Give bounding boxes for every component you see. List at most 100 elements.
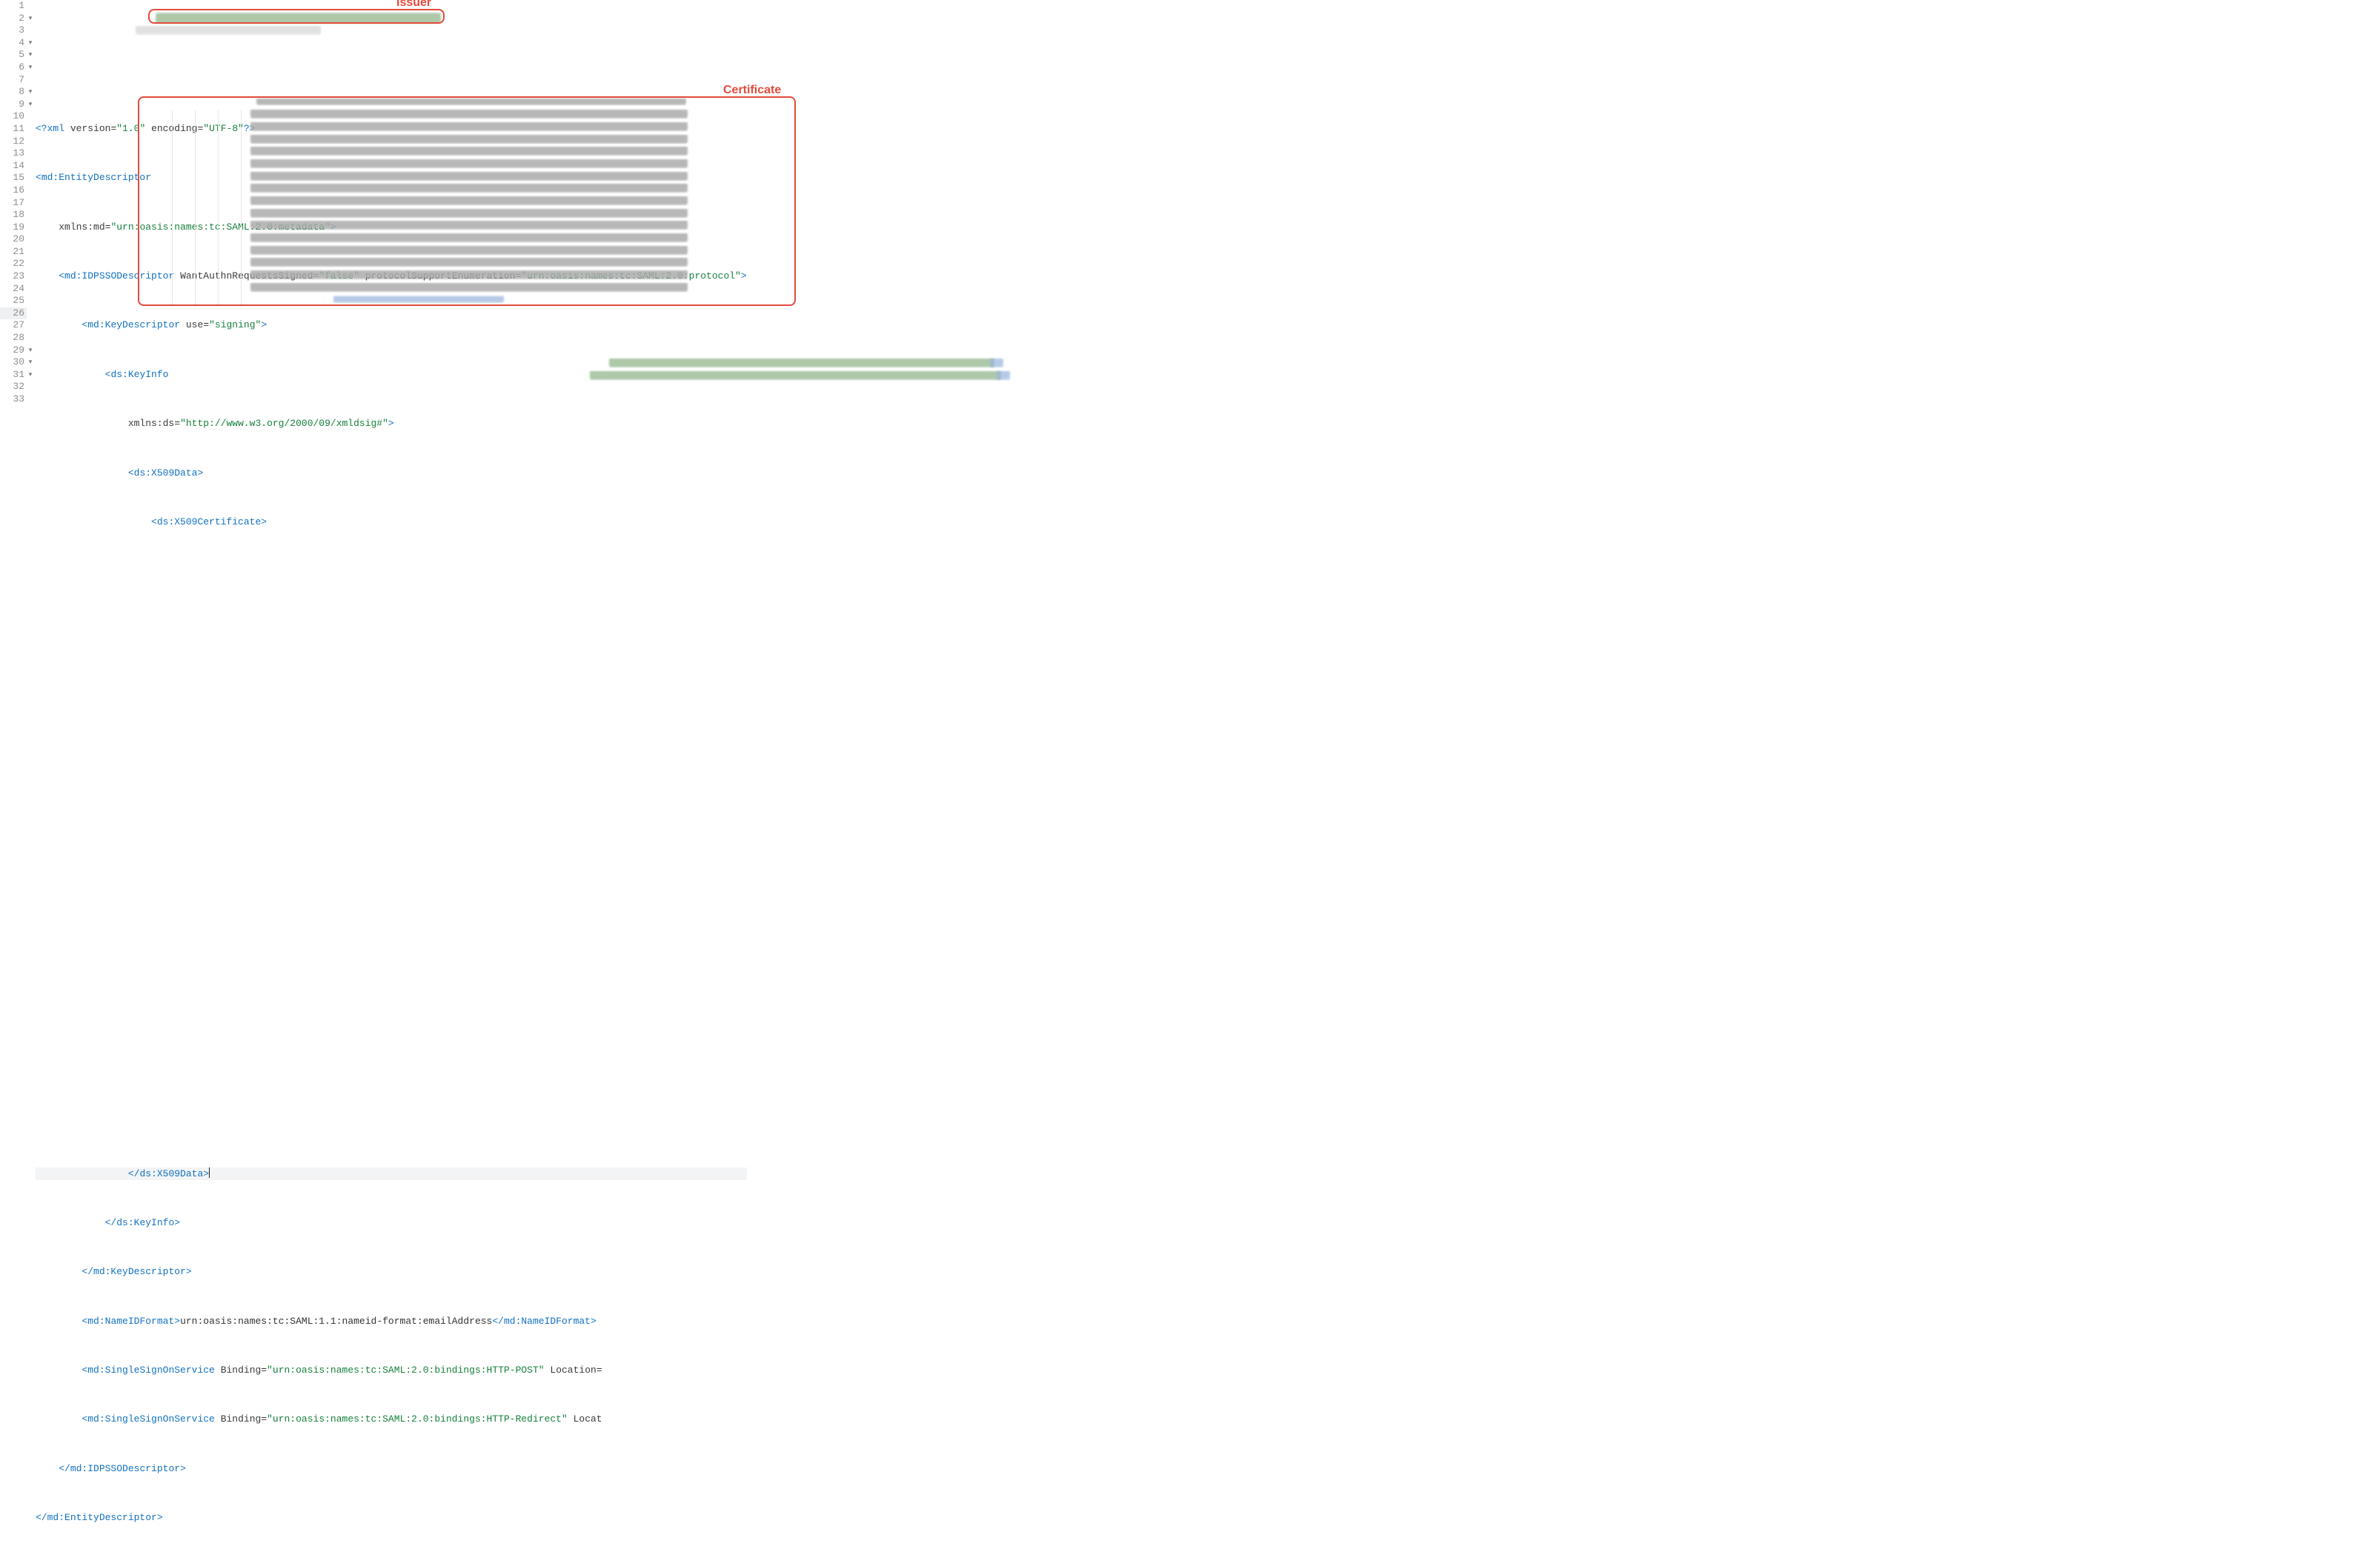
line-number: 22: [0, 258, 27, 270]
xml-tag-open: <: [151, 516, 157, 527]
xml-attr-value: "urn:oasis:names:tc:SAML:2.0:protocol": [521, 270, 740, 282]
xml-attr-value: "1.0": [116, 123, 145, 134]
line-number: 13: [0, 147, 27, 160]
xml-tag-close: >: [330, 221, 336, 233]
code-body[interactable]: <?xml version="1.0" encoding="UTF-8"?> <…: [27, 0, 747, 1549]
line-number: 23: [0, 270, 27, 283]
line-number: 19: [0, 221, 27, 234]
xml-attr: use: [186, 319, 203, 330]
xml-attr-value: "signing": [209, 319, 261, 330]
code-line[interactable]: [36, 824, 747, 836]
line-number: 26: [0, 307, 27, 320]
xml-attr-value: "urn:oasis:names:tc:SAML:2.0:bindings:HT…: [267, 1365, 544, 1376]
xml-tag-close: >: [186, 1266, 192, 1277]
equals: =: [596, 1365, 602, 1376]
indent-guide: [195, 110, 196, 307]
xml-tag-close: >: [174, 1316, 180, 1327]
line-number: 10: [0, 110, 27, 123]
code-line[interactable]: [36, 1082, 747, 1094]
code-line[interactable]: xmlns:md="urn:oasis:names:tc:SAML:2.0:me…: [36, 221, 747, 234]
equals: =: [174, 418, 180, 429]
code-line[interactable]: <md:EntityDescriptor: [36, 172, 747, 184]
code-line[interactable]: <md:KeyDescriptor use="signing">: [36, 319, 747, 332]
code-line[interactable]: <ds:X509Data>: [36, 467, 747, 480]
code-editor: 1 2 3 4 5 6 7 8 9 10 11 12 13 14 15 16 1…: [0, 0, 2380, 1549]
line-number: 31: [0, 369, 27, 382]
code-line[interactable]: <md:IDPSSODescriptor WantAuthnRequestsSi…: [36, 270, 747, 283]
code-line[interactable]: [36, 787, 747, 799]
line-number: 16: [0, 184, 27, 197]
code-line[interactable]: [36, 639, 747, 652]
code-line[interactable]: [36, 934, 747, 947]
xml-tag-close: >: [180, 1463, 186, 1474]
line-number: 5: [0, 49, 27, 61]
line-number: 2: [0, 13, 27, 25]
line-number: 1: [0, 0, 27, 13]
code-line[interactable]: [36, 897, 747, 910]
xml-tag-open: </: [105, 1217, 117, 1228]
code-line[interactable]: <ds:KeyInfo: [36, 369, 747, 382]
line-number: 30: [0, 356, 27, 369]
code-line[interactable]: </md:IDPSSODescriptor>: [36, 1463, 747, 1476]
code-line[interactable]: <?xml version="1.0" encoding="UTF-8"?>: [36, 123, 747, 136]
line-number: 3: [0, 24, 27, 37]
xml-attr: Location: [550, 1365, 596, 1376]
xml-tag-close: >: [591, 1316, 596, 1327]
line-number: 20: [0, 233, 27, 246]
code-line[interactable]: [36, 565, 747, 578]
line-number: 4: [0, 37, 27, 50]
code-line[interactable]: </md:KeyDescriptor>: [36, 1266, 747, 1279]
xml-element: ds:KeyInfo: [110, 369, 168, 380]
xml-tag-open: <: [128, 467, 134, 479]
line-number: 33: [0, 393, 27, 406]
code-line[interactable]: xmlns:ds="http://www.w3.org/2000/09/xmld…: [36, 418, 747, 430]
indent-guide: [241, 110, 242, 307]
code-line[interactable]: [36, 1008, 747, 1021]
xml-tag-open: <: [82, 1316, 87, 1327]
code-line[interactable]: [36, 750, 747, 762]
xml-element: ds:X509Data: [139, 1168, 203, 1179]
xml-attr: xmlns:md: [59, 221, 104, 233]
xml-attr: WantAuthnRequestsSigned: [180, 270, 313, 282]
xml-tag-open: </: [82, 1266, 93, 1277]
code-line[interactable]: [36, 861, 747, 873]
xml-tag-close: >: [741, 270, 747, 282]
xml-element: md:NameIDFormat: [504, 1316, 591, 1327]
code-line[interactable]: <ds:X509Certificate>: [36, 516, 747, 529]
xml-text: urn:oasis:names:tc:SAML:1.1:nameid-forma…: [180, 1316, 492, 1327]
code-line[interactable]: <md:SingleSignOnService Binding="urn:oas…: [36, 1413, 747, 1426]
xml-tag-open: </: [59, 1463, 70, 1474]
code-line[interactable]: [36, 713, 747, 725]
code-line[interactable]: </ds:X509Data>: [36, 1167, 747, 1180]
line-number: 9: [0, 99, 27, 111]
xml-tag-open: </: [492, 1316, 504, 1327]
code-line[interactable]: <md:SingleSignOnService Binding="urn:oas…: [36, 1365, 747, 1377]
xml-element: md:IDPSSODescriptor: [70, 1463, 180, 1474]
line-number: 24: [0, 283, 27, 296]
line-number: 11: [0, 123, 27, 136]
xml-element: md:KeyDescriptor: [93, 1266, 186, 1277]
line-number: 18: [0, 209, 27, 221]
xml-attr: Binding: [221, 1413, 262, 1425]
code-line[interactable]: [36, 1119, 747, 1131]
xml-attr: xmlns:ds: [128, 418, 174, 429]
xml-element: md:EntityDescriptor: [47, 1512, 157, 1523]
xml-pi-open: <?: [36, 123, 47, 134]
code-line[interactable]: [36, 602, 747, 615]
code-line[interactable]: </ds:KeyInfo>: [36, 1217, 747, 1230]
code-line[interactable]: [36, 676, 747, 689]
xml-tag-close: >: [388, 418, 394, 429]
code-line[interactable]: <md:NameIDFormat>urn:oasis:names:tc:SAML…: [36, 1316, 747, 1328]
xml-tag-open: <: [36, 172, 41, 183]
line-number: 7: [0, 74, 27, 87]
xml-element: md:SingleSignOnService: [87, 1365, 215, 1376]
code-line[interactable]: [36, 1045, 747, 1057]
xml-tag-open: <: [59, 270, 64, 282]
xml-attr-value: "UTF-8": [203, 123, 244, 134]
line-number: 27: [0, 319, 27, 332]
xml-tag-close: >: [197, 467, 203, 479]
xml-attr: Locat: [574, 1413, 602, 1425]
xml-tag-close: >: [174, 1217, 180, 1228]
code-line[interactable]: [36, 971, 747, 984]
code-line[interactable]: </md:EntityDescriptor>: [36, 1512, 747, 1525]
